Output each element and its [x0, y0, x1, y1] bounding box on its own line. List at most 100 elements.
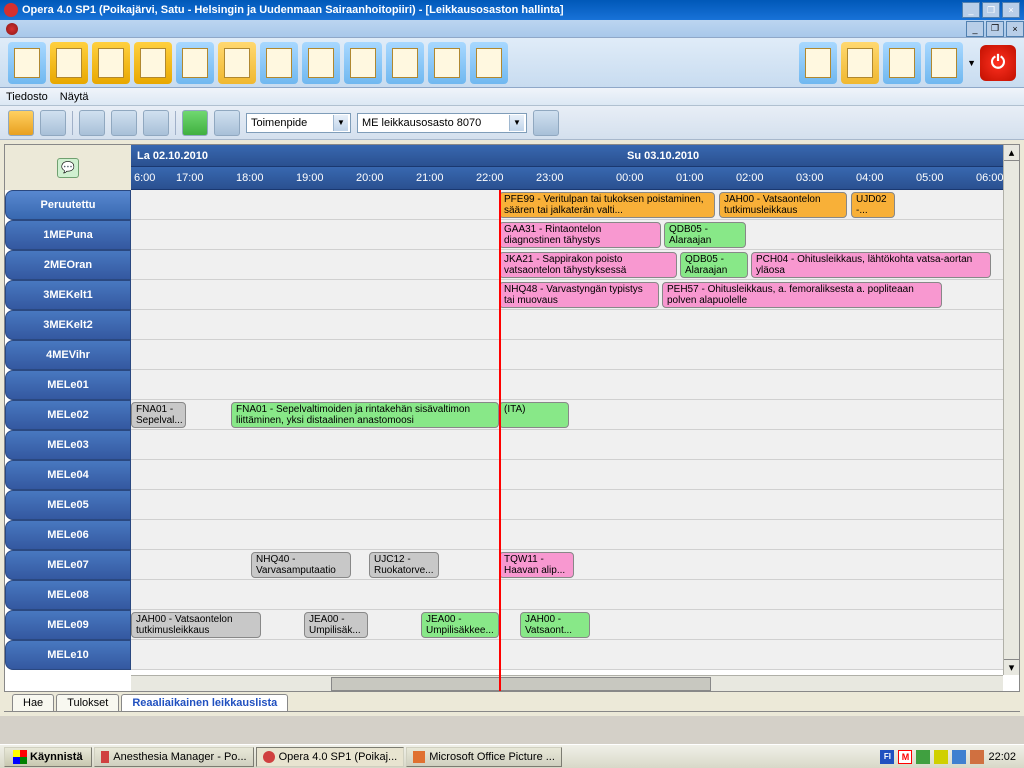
- event[interactable]: UJC12 - Ruokatorve...: [369, 552, 439, 578]
- vertical-scrollbar[interactable]: ▴ ▾: [1003, 145, 1019, 675]
- event[interactable]: PFE99 - Veritulpan tai tukoksen poistami…: [499, 192, 715, 218]
- event[interactable]: UJD02 -...: [851, 192, 895, 218]
- tab-tulokset[interactable]: Tulokset: [56, 694, 119, 711]
- mcafee-icon[interactable]: M: [898, 750, 912, 764]
- language-icon[interactable]: FI: [880, 750, 894, 764]
- event[interactable]: QDB05 - Alaraajan syvän...: [680, 252, 748, 278]
- power-button[interactable]: ⏻: [980, 45, 1016, 81]
- event[interactable]: JKA21 - Sappirakon poisto vatsaontelon t…: [499, 252, 677, 278]
- room-mele06[interactable]: MELe06: [5, 520, 131, 550]
- horizontal-scrollbar[interactable]: [131, 675, 1003, 691]
- toolbar-icon-5[interactable]: [176, 42, 214, 84]
- room-mele03[interactable]: MELe03: [5, 430, 131, 460]
- toolbar-right-3[interactable]: [883, 42, 921, 84]
- mdi-maximize-button[interactable]: ❐: [986, 21, 1004, 37]
- refresh-icon[interactable]: [533, 110, 559, 136]
- dropdown-arrow-icon[interactable]: ▼: [967, 58, 976, 68]
- row-0: PFE99 - Veritulpan tai tukoksen poistami…: [131, 190, 1019, 220]
- toolbar-icon-8[interactable]: [302, 42, 340, 84]
- room-mele09[interactable]: MELe09: [5, 610, 131, 640]
- procedure-combo[interactable]: Toimenpide ▼: [246, 113, 351, 133]
- grid-area[interactable]: PFE99 - Veritulpan tai tukoksen poistami…: [131, 190, 1019, 691]
- tray-icon-2[interactable]: [934, 750, 948, 764]
- event[interactable]: QDB05 - Alaraajan syvän...: [664, 222, 746, 248]
- toolbar-right-1[interactable]: [799, 42, 837, 84]
- mdi-close-button[interactable]: ×: [1006, 21, 1024, 37]
- room-peruutettu[interactable]: Peruutettu: [5, 190, 131, 220]
- edit-icon[interactable]: [8, 110, 34, 136]
- department-combo[interactable]: ME leikkausosasto 8070 ▼: [357, 113, 527, 133]
- chevron-down-icon[interactable]: ▼: [333, 115, 348, 131]
- tray-icon-3[interactable]: [952, 750, 966, 764]
- event[interactable]: FNA01 - Sepelvaltimoiden ja rintakehän s…: [231, 402, 499, 428]
- mdi-minimize-button[interactable]: _: [966, 21, 984, 37]
- toolbar-icon-12[interactable]: [470, 42, 508, 84]
- tab-realtime[interactable]: Reaaliaikainen leikkauslista: [121, 694, 288, 711]
- taskbar-item-3[interactable]: Microsoft Office Picture ...: [406, 747, 562, 767]
- event[interactable]: PEH57 - Ohitusleikkaus, a. femoraliksest…: [662, 282, 942, 308]
- minimize-button[interactable]: _: [962, 2, 980, 18]
- event[interactable]: TQW11 - Haavan alip...: [499, 552, 574, 578]
- menu-view[interactable]: Näytä: [60, 91, 89, 103]
- room-mele08[interactable]: MELe08: [5, 580, 131, 610]
- event[interactable]: (ITA): [499, 402, 569, 428]
- taskbar-item-2[interactable]: Opera 4.0 SP1 (Poikaj...: [256, 747, 405, 767]
- room-mele04[interactable]: MELe04: [5, 460, 131, 490]
- room-mele05[interactable]: MELe05: [5, 490, 131, 520]
- menu-file[interactable]: Tiedosto: [6, 91, 48, 103]
- room-mele07[interactable]: MELe07: [5, 550, 131, 580]
- list-icon[interactable]: [214, 110, 240, 136]
- event[interactable]: JAH00 - Vatsaont...: [520, 612, 590, 638]
- maximize-button[interactable]: ❐: [982, 2, 1000, 18]
- event[interactable]: NHQ40 - Varvasamputaatio: [251, 552, 351, 578]
- event[interactable]: FNA01 - Sepelval...: [131, 402, 186, 428]
- toolbar-right-4[interactable]: [925, 42, 963, 84]
- print-icon[interactable]: [111, 110, 137, 136]
- room-mele10[interactable]: MELe10: [5, 640, 131, 670]
- toolbar-right-2[interactable]: [841, 42, 879, 84]
- room-4mevihr[interactable]: 4MEVihr: [5, 340, 131, 370]
- room-column: 💬 Peruutettu 1MEPuna 2MEOran 3MEKelt1 3M…: [5, 145, 131, 691]
- toolbar-icon-9[interactable]: [344, 42, 382, 84]
- room-3mekelt2[interactable]: 3MEKelt2: [5, 310, 131, 340]
- scroll-down-icon[interactable]: ▾: [1004, 659, 1019, 675]
- tab-hae[interactable]: Hae: [12, 694, 54, 711]
- tray-icon-4[interactable]: [970, 750, 984, 764]
- toolbar-icon-2[interactable]: [50, 42, 88, 84]
- toolbar-icon-7[interactable]: [260, 42, 298, 84]
- toolbar-icon-11[interactable]: [428, 42, 466, 84]
- message-icon[interactable]: 💬: [57, 158, 79, 178]
- toolbar-icon-6[interactable]: [218, 42, 256, 84]
- close-button[interactable]: ×: [1002, 2, 1020, 18]
- film-icon[interactable]: [79, 110, 105, 136]
- event[interactable]: GAA31 - Rintaontelon diagnostinen tähyst…: [499, 222, 661, 248]
- mdi-icon: [6, 23, 18, 35]
- toolbar-icon-4[interactable]: [134, 42, 172, 84]
- play-icon[interactable]: [182, 110, 208, 136]
- event[interactable]: JEA00 - Umpilisäk...: [304, 612, 368, 638]
- save-icon[interactable]: [40, 110, 66, 136]
- taskbar-item-1[interactable]: Anesthesia Manager - Po...: [94, 747, 254, 767]
- scroll-up-icon[interactable]: ▴: [1004, 145, 1019, 161]
- row-15: [131, 640, 1019, 670]
- clock[interactable]: 22:02: [988, 751, 1016, 763]
- menu-bar: Tiedosto Näytä: [0, 88, 1024, 106]
- scrollbar-thumb[interactable]: [331, 677, 711, 691]
- tray-icon-1[interactable]: [916, 750, 930, 764]
- event[interactable]: JAH00 - Vatsaontelon tutkimusleikkaus: [719, 192, 847, 218]
- chevron-down-icon[interactable]: ▼: [509, 115, 524, 131]
- toolbar-icon-1[interactable]: [8, 42, 46, 84]
- event[interactable]: PCH04 - Ohitusleikkaus, lähtökohta vatsa…: [751, 252, 991, 278]
- room-mele01[interactable]: MELe01: [5, 370, 131, 400]
- room-3mekelt1[interactable]: 3MEKelt1: [5, 280, 131, 310]
- event[interactable]: JAH00 - Vatsaontelon tutkimusleikkaus: [131, 612, 261, 638]
- room-1mepuna[interactable]: 1MEPuna: [5, 220, 131, 250]
- event[interactable]: NHQ48 - Varvastyngän typistys tai muovau…: [499, 282, 659, 308]
- room-2meoran[interactable]: 2MEOran: [5, 250, 131, 280]
- start-button[interactable]: Käynnistä: [4, 747, 92, 767]
- toolbar-icon-10[interactable]: [386, 42, 424, 84]
- room-mele02[interactable]: MELe02: [5, 400, 131, 430]
- toolbar-icon-3[interactable]: [92, 42, 130, 84]
- event[interactable]: JEA00 - Umpilisäkkee...: [421, 612, 499, 638]
- printer-icon[interactable]: [143, 110, 169, 136]
